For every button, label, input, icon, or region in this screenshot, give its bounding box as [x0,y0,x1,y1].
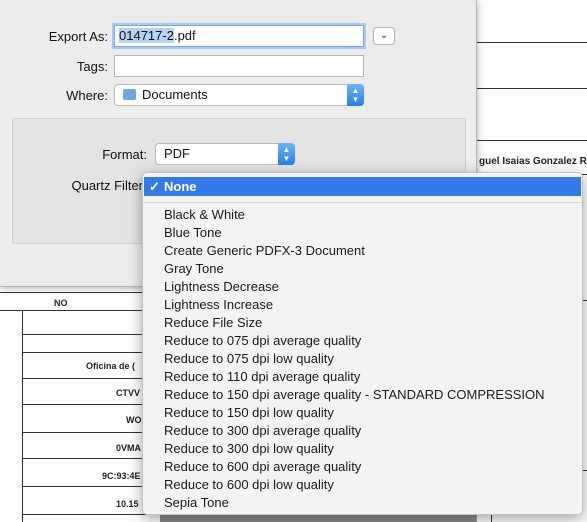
table-line [22,486,160,487]
menu-item-reduce-075-low[interactable]: Reduce to 075 dpi low quality [164,350,334,368]
table-line [477,88,587,89]
table-line [22,514,160,515]
where-label: Where: [66,88,108,103]
table-line [22,458,160,459]
menu-item-none[interactable]: ✓ None [144,177,581,196]
format-popup[interactable]: PDF ▲ ▼ [155,143,295,165]
menu-item-reduce-300-low[interactable]: Reduce to 300 dpi low quality [164,440,334,458]
table-line [0,292,160,293]
table-cell: WO [126,415,142,425]
quartz-filter-menu: ✓ None Black & White Blue Tone Create Ge… [142,172,583,515]
quartz-filter-label: Quartz Filter [71,178,143,193]
menu-item-reduce-150-low[interactable]: Reduce to 150 dpi low quality [164,404,334,422]
table-line [22,378,160,379]
tags-field[interactable] [114,55,364,77]
menu-item-black-white[interactable]: Black & White [164,206,245,224]
menu-item-label: None [164,179,197,194]
table-line [0,310,160,311]
table-line [22,334,160,335]
table-line [477,42,587,43]
table-cell: 9C:93:4E [102,471,141,481]
export-as-field[interactable]: 014717-2.pdf [114,25,364,47]
background-document-left: NO Oficina de ( CTVV WO 0VMA 9C:93:4E 10… [0,286,160,522]
tags-label: Tags: [76,59,108,74]
expand-dialog-button[interactable]: ⌄ [373,27,395,45]
menu-item-reduce-300-average[interactable]: Reduce to 300 dpi average quality [164,422,361,440]
chevron-down-icon: ⌄ [379,30,389,41]
table-line [477,140,587,141]
popup-arrows-icon: ▲ ▼ [347,84,364,106]
where-value: Documents [142,87,208,102]
table-line [22,352,160,353]
checkmark-icon: ✓ [149,179,160,194]
menu-item-create-pdfx3[interactable]: Create Generic PDFX-3 Document [164,242,365,260]
table-cell: Oficina de ( [86,361,136,371]
menu-item-reduce-110-average[interactable]: Reduce to 110 dpi average quality [164,368,360,386]
filename-selected-text: 014717-2 [119,28,174,43]
where-popup[interactable]: Documents ▲ ▼ [114,84,364,106]
format-label: Format: [102,147,147,162]
menu-item-reduce-150-standard[interactable]: Reduce to 150 dpi average quality - STAN… [164,386,545,404]
export-as-label: Export As: [48,29,108,44]
menu-item-reduce-file-size[interactable]: Reduce File Size [164,314,262,332]
menu-item-gray-tone[interactable]: Gray Tone [164,260,224,278]
table-line [22,404,160,405]
table-line [22,432,160,433]
popup-arrows-icon: ▲ ▼ [278,143,295,165]
menu-item-sepia-tone[interactable]: Sepia Tone [164,494,229,512]
menu-item-lightness-increase[interactable]: Lightness Increase [164,296,273,314]
format-value: PDF [164,146,190,161]
table-cell: CTVV [116,388,141,398]
menu-separator [143,202,582,203]
menu-item-lightness-decrease[interactable]: Lightness Decrease [164,278,279,296]
table-line [22,310,23,522]
menu-item-reduce-600-average[interactable]: Reduce to 600 dpi average quality [164,458,361,476]
menu-item-reduce-075-average[interactable]: Reduce to 075 dpi average quality [164,332,361,350]
table-cell: 0VMA [116,443,142,453]
menu-item-blue-tone[interactable]: Blue Tone [164,224,222,242]
document-header-text: guel Isaias Gonzalez Ra [479,156,587,167]
menu-item-reduce-600-low[interactable]: Reduce to 600 dpi low quality [164,476,334,494]
folder-icon [123,89,136,101]
table-cell: 10.15 [116,499,139,509]
filename-extension: .pdf [173,28,196,43]
table-header-no: NO [54,298,68,308]
